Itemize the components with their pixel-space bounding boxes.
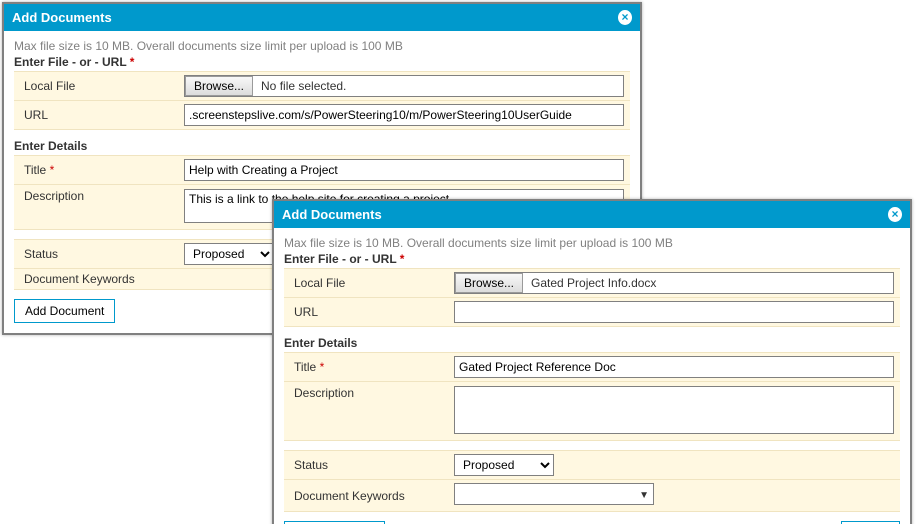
label-status: Status (20, 247, 184, 261)
row-status: Status Proposed (284, 450, 900, 480)
status-select[interactable]: Proposed (454, 454, 554, 476)
section-enter-details: Enter Details (284, 336, 900, 350)
close-icon[interactable]: × (618, 10, 632, 25)
file-selected-text: Gated Project Info.docx (527, 276, 656, 290)
row-url: URL (284, 297, 900, 327)
status-select[interactable]: Proposed (184, 243, 274, 265)
section-enter-file: Enter File - or - URL * (14, 55, 630, 69)
description-input[interactable] (454, 386, 894, 434)
titlebar: Add Documents × (4, 4, 640, 31)
label-local-file: Local File (20, 79, 184, 93)
row-description: Description (284, 381, 900, 441)
required-marker: * (400, 252, 405, 266)
titlebar: Add Documents × (274, 201, 910, 228)
dialog-title: Add Documents (12, 10, 112, 25)
required-marker: * (320, 360, 325, 374)
section-enter-file: Enter File - or - URL * (284, 252, 900, 266)
url-input[interactable] (454, 301, 894, 323)
browse-button[interactable]: Browse... (455, 273, 523, 293)
dialog-title: Add Documents (282, 207, 382, 222)
chevron-down-icon: ▼ (639, 490, 649, 501)
add-document-button[interactable]: Add Document (14, 299, 115, 323)
label-title: Title * (20, 163, 184, 177)
label-url: URL (290, 305, 454, 319)
label-keywords: Document Keywords (290, 489, 454, 503)
label-status: Status (290, 458, 454, 472)
label-local-file: Local File (290, 276, 454, 290)
title-input[interactable] (184, 159, 624, 181)
title-input[interactable] (454, 356, 894, 378)
close-icon[interactable]: × (888, 207, 902, 222)
file-size-hint: Max file size is 10 MB. Overall document… (284, 236, 900, 250)
label-url: URL (20, 108, 184, 122)
required-marker: * (130, 55, 135, 69)
row-local-file: Local File Browse... Gated Project Info.… (284, 268, 900, 298)
file-size-hint: Max file size is 10 MB. Overall document… (14, 39, 630, 53)
url-input[interactable] (184, 104, 624, 126)
row-url: URL (14, 100, 630, 130)
section-enter-details: Enter Details (14, 139, 630, 153)
label-description: Description (20, 189, 184, 203)
label-keywords: Document Keywords (20, 272, 184, 286)
row-keywords: Document Keywords ▼ (284, 479, 900, 512)
browse-button[interactable]: Browse... (185, 76, 253, 96)
add-documents-dialog-2: Add Documents × Max file size is 10 MB. … (272, 199, 912, 524)
file-picker: Browse... Gated Project Info.docx (454, 272, 894, 294)
label-description: Description (290, 386, 454, 400)
file-picker: Browse... No file selected. (184, 75, 624, 97)
row-title: Title * (14, 155, 630, 185)
required-marker: * (50, 163, 55, 177)
file-selected-text: No file selected. (257, 79, 346, 93)
keywords-dropdown[interactable]: ▼ (454, 483, 654, 505)
row-title: Title * (284, 352, 900, 382)
label-title: Title * (290, 360, 454, 374)
row-local-file: Local File Browse... No file selected. (14, 71, 630, 101)
